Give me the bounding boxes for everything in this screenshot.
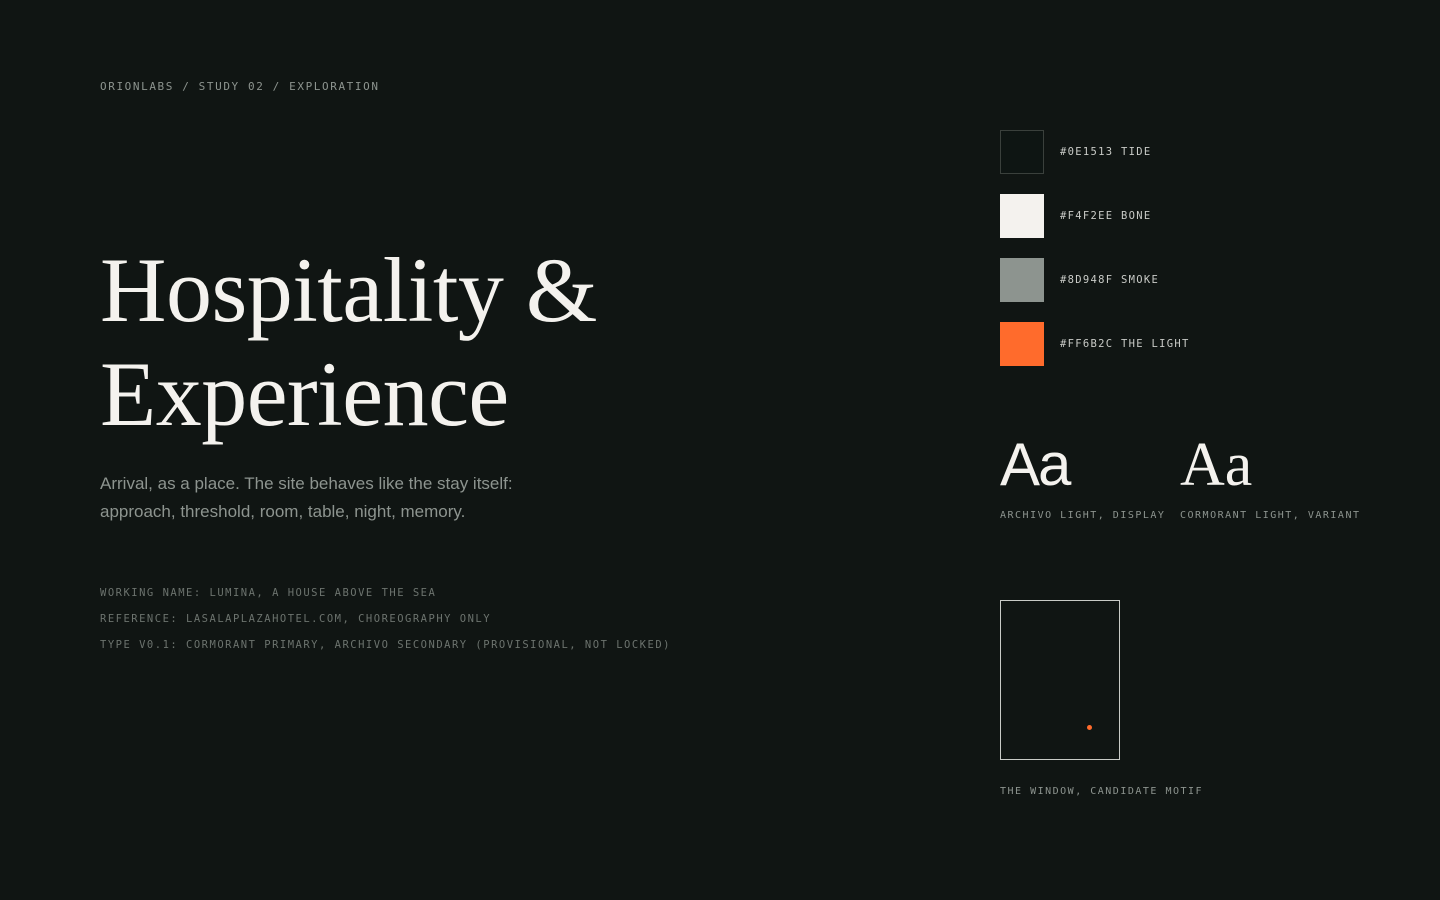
swatch-tide: #0E1513 TIDE xyxy=(1000,130,1190,174)
type-caption-sans: ARCHIVO LIGHT, DISPLAY xyxy=(1000,510,1166,521)
subtitle: Arrival, as a place. The site behaves li… xyxy=(100,470,560,526)
swatch-smoke: #8D948F SMOKE xyxy=(1000,258,1190,302)
note-working-name: WORKING NAME: LUMINA, A HOUSE ABOVE THE … xyxy=(100,587,437,599)
type-specimen-serif: Aa CORMORANT LIGHT, VARIANT xyxy=(1180,432,1361,521)
swatch-label-tide: #0E1513 TIDE xyxy=(1060,146,1152,158)
swatch-chip-smoke xyxy=(1000,258,1044,302)
subtitle-line-1: Arrival, as a place. The site behaves li… xyxy=(100,474,513,493)
swatch-label-smoke: #8D948F SMOKE xyxy=(1060,274,1160,286)
page-title: Hospitality & Experience xyxy=(100,238,597,446)
subtitle-line-2: approach, threshold, room, table, night,… xyxy=(100,502,466,521)
swatch-chip-tide xyxy=(1000,130,1044,174)
swatch-label-bone: #F4F2EE BONE xyxy=(1060,210,1152,222)
type-caption-serif: CORMORANT LIGHT, VARIANT xyxy=(1180,510,1361,521)
swatch-bone: #F4F2EE BONE xyxy=(1000,194,1190,238)
color-palette: #0E1513 TIDE #F4F2EE BONE #8D948F SMOKE … xyxy=(1000,130,1190,386)
light-dot xyxy=(1087,725,1092,730)
window-motif-caption: THE WINDOW, CANDIDATE MOTIF xyxy=(1000,786,1204,797)
breadcrumb: ORIONLABS / STUDY 02 / EXPLORATION xyxy=(100,80,380,93)
type-sample-sans: Aa xyxy=(1000,431,1071,498)
swatch-the-light: #FF6B2C THE LIGHT xyxy=(1000,322,1190,366)
note-reference: REFERENCE: LASALAPLAZAHOTEL.COM, CHOREOG… xyxy=(100,613,492,625)
page-title-line-2: Experience xyxy=(100,343,509,445)
swatch-chip-bone xyxy=(1000,194,1044,238)
swatch-label-the-light: #FF6B2C THE LIGHT xyxy=(1060,338,1190,350)
type-sample-serif: Aa xyxy=(1180,431,1253,499)
page-title-line-1: Hospitality & xyxy=(100,239,597,341)
type-specimen-sans: Aa ARCHIVO LIGHT, DISPLAY xyxy=(1000,431,1166,522)
swatch-chip-the-light xyxy=(1000,322,1044,366)
project-notes: WORKING NAME: LUMINA, A HOUSE ABOVE THE … xyxy=(100,580,671,658)
window-motif xyxy=(1000,600,1120,760)
note-type-version: TYPE v0.1: CORMORANT PRIMARY, ARCHIVO SE… xyxy=(100,639,671,651)
